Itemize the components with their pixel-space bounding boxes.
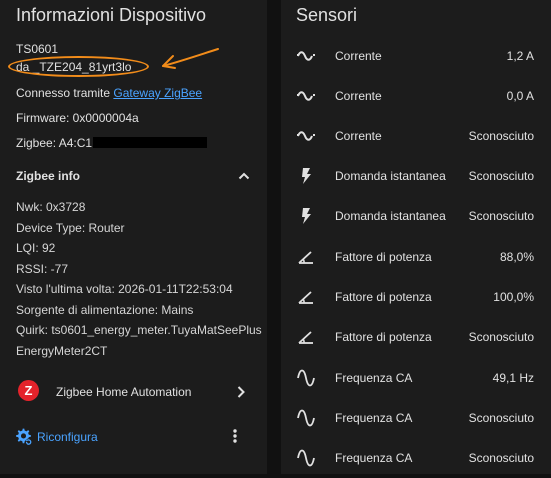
angle-acute-icon [298,291,313,304]
sensor-name: Corrente [335,89,382,103]
sensor-value: 1,2 A [506,49,534,63]
sensor-row[interactable]: Fattore di potenza Sconosciuto [281,317,551,357]
sensor-row[interactable]: Frequenza CA 49,1 Hz [281,358,551,398]
more-vert-icon[interactable] [228,428,242,444]
cog-refresh-icon[interactable] [14,427,33,446]
connected-via-label: Connesso tramite [16,86,111,100]
firmware-version: Firmware: 0x0000004a [16,111,139,125]
device-info-card: Informazioni Dispositivo TS0601 da _TZE2… [0,0,267,474]
sine-wave-icon [297,369,315,387]
sensor-name: Frequenza CA [335,371,413,385]
zha-logo-icon: Z [18,380,39,401]
sine-wave-icon [297,449,315,467]
gateway-zigbee-link[interactable]: Gateway ZigBee [113,86,202,100]
sensor-name: Domanda istantanea [335,209,446,223]
sensor-row[interactable]: Frequenza CA Sconosciuto [281,398,551,438]
sensors-card: Sensori Corrente 1,2 A Corrente 0,0 A Corren… [281,0,551,474]
zigbee-ieee-address: Zigbee: A4:C1: [16,136,96,150]
sensor-name: Fattore di potenza [335,250,432,264]
zigbee-info-device-type: Device Type: Router [16,221,125,235]
flash-icon [302,208,311,224]
sensor-name: Fattore di potenza [335,330,432,344]
sensor-name: Corrente [335,129,382,143]
angle-acute-icon [298,331,313,344]
flash-icon [302,168,311,184]
device-card-title: Informazioni Dispositivo [16,5,207,25]
sine-wave-icon [297,409,315,427]
sensor-row[interactable]: Corrente Sconosciuto [281,116,551,156]
sensors-card-title: Sensori [296,5,358,25]
zigbee-info-nwk: Nwk: 0x3728 [16,200,86,214]
sensor-name: Frequenza CA [335,451,413,465]
sensor-row[interactable]: Frequenza CA Sconosciuto [281,438,551,478]
sensor-value: 0,0 A [506,89,534,103]
sensor-value: 88,0% [499,250,534,264]
sensor-name: Frequenza CA [335,411,413,425]
sensor-value: Sconosciuto [468,451,534,465]
highlight-oval-annotation [8,56,149,77]
sensor-value: Sconosciuto [468,209,534,223]
connected-via: Connesso tramite Gateway ZigBee [16,86,202,100]
zigbee-info-lqi: LQI: 92 [16,241,56,255]
zigbee-info-quirk: Quirk: ts0601_energy_meter.TuyaMatSeePlu… [16,323,262,337]
integration-zha-link[interactable]: Zigbee Home Automation [56,385,191,399]
chevron-up-icon[interactable] [236,168,252,184]
zigbee-info-rssi: RSSI: -77 [16,262,69,276]
device-model: TS0601 [16,42,59,56]
sensor-value: Sconosciuto [468,330,534,344]
zigbee-info-power-source: Sorgente di alimentazione: Mains [16,303,194,317]
sensor-name: Domanda istantanea [335,169,446,183]
sensor-row[interactable]: Fattore di potenza 100,0% [281,277,551,317]
current-ac-icon [297,91,315,101]
sensor-value: 100,0% [493,290,534,304]
sensor-name: Corrente [335,49,382,63]
sensor-name: Fattore di potenza [335,290,432,304]
sensor-value: Sconosciuto [468,129,534,143]
angle-acute-icon [298,251,313,264]
zigbee-info-quirk-continued: EnergyMeter2CT [16,344,108,358]
sensor-row[interactable]: Corrente 1,2 A [281,36,551,76]
sensor-row[interactable]: Domanda istantanea Sconosciuto [281,196,551,236]
current-ac-icon [297,51,315,61]
sensor-value: Sconosciuto [468,169,534,183]
sensor-row[interactable]: Domanda istantanea Sconosciuto [281,156,551,196]
sensor-row[interactable]: Corrente 0,0 A [281,76,551,116]
redaction-bar [93,137,207,148]
chevron-right-icon[interactable] [234,384,248,400]
zigbee-info-heading[interactable]: Zigbee info [16,169,80,183]
reconfigure-button[interactable]: Riconfigura [37,430,98,444]
zigbee-info-last-seen: Visto l'ultima volta: 2026-01-11T22:53:0… [16,282,233,296]
current-ac-icon [297,131,315,141]
annotation-arrow-icon [162,48,219,69]
sensor-row[interactable]: Fattore di potenza 88,0% [281,237,551,277]
sensor-value: Sconosciuto [468,411,534,425]
sensor-value: 49,1 Hz [492,371,534,385]
